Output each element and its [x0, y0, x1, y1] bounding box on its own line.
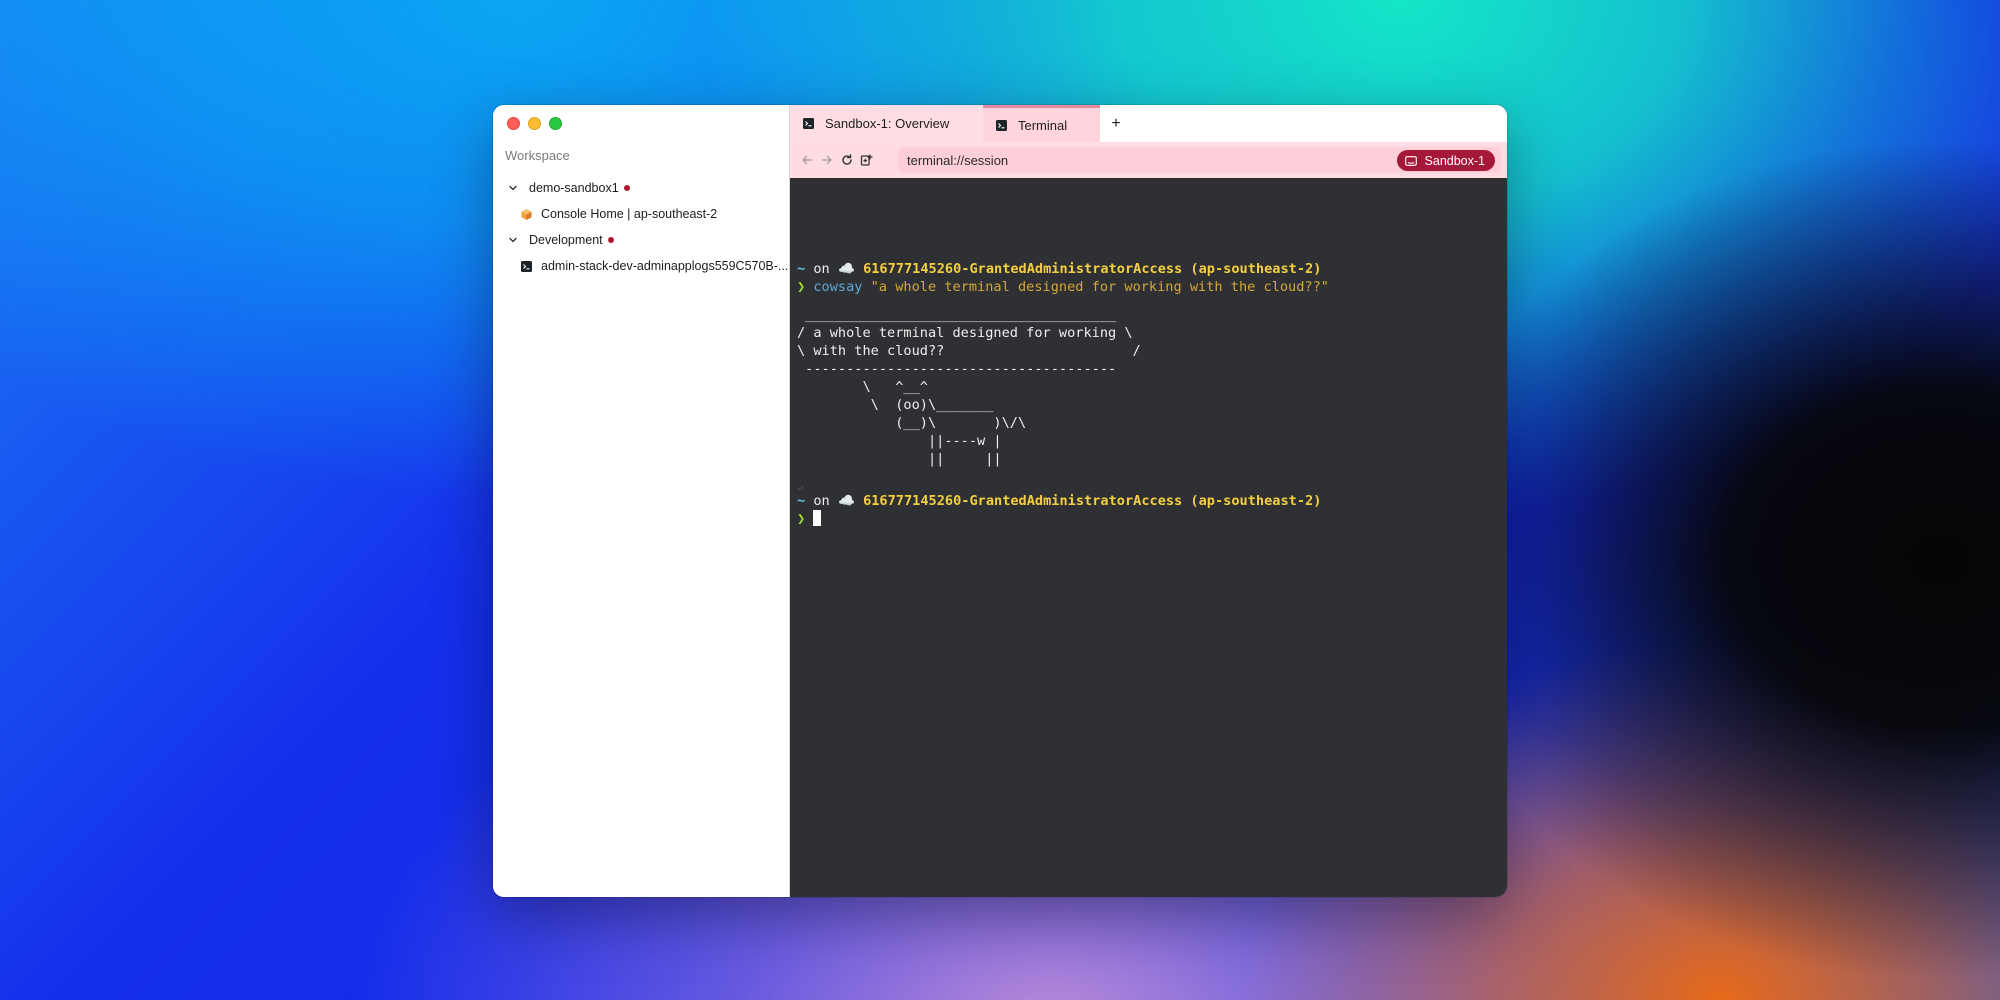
- main-panel: Sandbox-1: Overview Terminal + terminal:…: [790, 105, 1507, 897]
- workspace-heading: Workspace: [505, 148, 570, 163]
- status-dot: [607, 237, 614, 243]
- app-window: Workspace demo-sandbox1 Console Home | a: [493, 105, 1507, 897]
- command-argument: "a whole terminal designed for working w…: [870, 279, 1329, 295]
- prompt-tilde: ~: [797, 493, 806, 509]
- url-field[interactable]: terminal://session Sandbox-1: [898, 147, 1501, 173]
- terminal-icon: [995, 119, 1008, 132]
- prompt-arrow: ❯: [797, 511, 806, 527]
- cloud-icon: ☁️: [837, 493, 855, 509]
- terminal-view[interactable]: ~ on ☁️ 616777145260-GrantedAdministrato…: [790, 178, 1507, 897]
- tab-label: Terminal: [1018, 117, 1068, 133]
- profile-badge-label: Sandbox-1: [1424, 153, 1485, 168]
- input-line[interactable]: ❯: [797, 510, 822, 528]
- sidebar-group-label: demo-sandbox1: [529, 181, 619, 195]
- tab-bar: Sandbox-1: Overview Terminal +: [790, 105, 1507, 142]
- prompt-line: ~ on ☁️ 616777145260-GrantedAdministrato…: [797, 260, 1321, 278]
- sidebar-item-label: Console Home | ap-southeast-2: [541, 207, 718, 221]
- forward-arrow-icon[interactable]: [816, 149, 838, 171]
- prompt-on: on: [805, 493, 838, 509]
- terminal-icon: [802, 117, 815, 130]
- tab-label: Sandbox-1: Overview: [825, 116, 950, 131]
- sidebar-item-admin-stack-log[interactable]: admin-stack-dev-adminapplogs559C570B-...: [493, 253, 789, 279]
- chevron-down-icon[interactable]: [507, 234, 519, 246]
- sidebar-group-demo-sandbox1[interactable]: demo-sandbox1: [493, 175, 789, 201]
- chevron-down-icon[interactable]: [507, 182, 519, 194]
- minimize-window-button[interactable]: [528, 117, 541, 130]
- prompt-context: 616777145260-GrantedAdministratorAccess …: [863, 261, 1322, 277]
- tab-sandbox-overview[interactable]: Sandbox-1: Overview: [790, 105, 983, 142]
- status-dot: [623, 185, 630, 191]
- prompt-tilde: ~: [797, 261, 806, 277]
- aws-profile-icon: [1404, 155, 1417, 166]
- cowsay-output: ______________________________________ /…: [797, 307, 1141, 467]
- sidebar-group-development[interactable]: Development: [493, 227, 789, 253]
- prompt-context: 616777145260-GrantedAdministratorAccess …: [863, 493, 1322, 509]
- terminal-icon: [520, 260, 533, 273]
- reload-icon[interactable]: [836, 149, 858, 171]
- command-name: cowsay: [813, 279, 863, 295]
- prompt-line: ~ on ☁️ 616777145260-GrantedAdministrato…: [797, 492, 1321, 510]
- aws-console-icon: [520, 208, 533, 221]
- workspace-tree: demo-sandbox1 Console Home | ap-southeas…: [493, 175, 789, 279]
- command-line: ❯ cowsay "a whole terminal designed for …: [797, 278, 1329, 296]
- cloud-icon: ☁️: [837, 261, 855, 277]
- prompt-arrow: ❯: [797, 279, 806, 295]
- back-arrow-icon[interactable]: [796, 149, 818, 171]
- maximize-window-button[interactable]: [549, 117, 562, 130]
- window-controls: [507, 117, 562, 130]
- sidebar-item-label: admin-stack-dev-adminapplogs559C570B-...: [541, 259, 789, 273]
- address-bar: terminal://session Sandbox-1: [790, 142, 1507, 178]
- profile-badge[interactable]: Sandbox-1: [1396, 150, 1495, 171]
- new-tab-button[interactable]: +: [1100, 105, 1132, 142]
- tab-terminal[interactable]: Terminal: [983, 105, 1100, 142]
- close-window-button[interactable]: [507, 117, 520, 130]
- sidebar-group-label: Development: [529, 233, 603, 247]
- prompt-on: on: [805, 261, 838, 277]
- sidebar: Workspace demo-sandbox1 Console Home | a: [493, 105, 790, 897]
- add-to-workspace-icon[interactable]: [856, 149, 878, 171]
- sidebar-item-console-home[interactable]: Console Home | ap-southeast-2: [493, 201, 789, 227]
- text-cursor: [813, 510, 822, 526]
- url-text: terminal://session: [907, 152, 1009, 168]
